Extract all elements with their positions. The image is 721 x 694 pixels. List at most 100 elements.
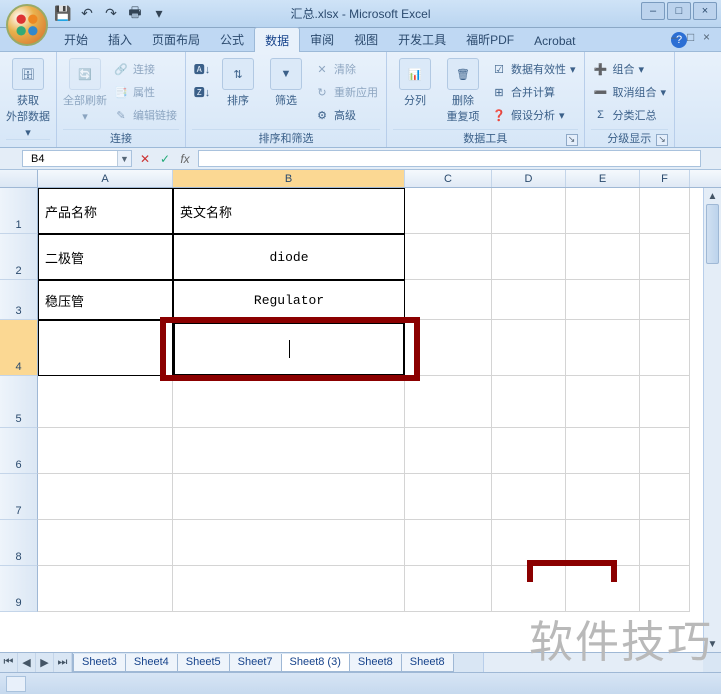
- edit-links-button[interactable]: ✎编辑链接: [111, 104, 179, 126]
- text-to-columns-button[interactable]: 📊 分列: [393, 58, 437, 108]
- tab-review[interactable]: 审阅: [300, 27, 344, 51]
- cell-e6[interactable]: [566, 428, 640, 474]
- col-header-a[interactable]: A: [38, 170, 173, 187]
- qat-save[interactable]: 💾: [54, 5, 72, 23]
- row-header-2[interactable]: 2: [0, 234, 38, 280]
- col-header-d[interactable]: D: [492, 170, 566, 187]
- cell-f6[interactable]: [640, 428, 690, 474]
- workbook-restore[interactable]: □: [687, 30, 701, 44]
- cancel-edit-button[interactable]: ✕: [136, 150, 154, 168]
- enter-edit-button[interactable]: ✓: [156, 150, 174, 168]
- grid[interactable]: 1 产品名称 英文名称 2 二极管 diode 3 稳压管 Regulator: [0, 188, 721, 652]
- col-header-f[interactable]: F: [640, 170, 690, 187]
- cell-a3[interactable]: 稳压管: [38, 280, 173, 320]
- data-tools-dialog[interactable]: ↘: [566, 134, 578, 146]
- cell-d8[interactable]: [492, 520, 566, 566]
- ungroup-button[interactable]: ➖取消组合▾: [591, 81, 669, 103]
- cell-a9[interactable]: [38, 566, 173, 612]
- sheet-tab-3[interactable]: Sheet7: [229, 654, 282, 672]
- row-header-5[interactable]: 5: [0, 376, 38, 428]
- cell-c1[interactable]: [405, 188, 492, 234]
- col-header-c[interactable]: C: [405, 170, 492, 187]
- cell-c3[interactable]: [405, 280, 492, 320]
- subtotal-button[interactable]: Σ分类汇总: [591, 104, 669, 126]
- refresh-all-button[interactable]: 🔄 全部刷新▾: [63, 58, 107, 123]
- tab-home[interactable]: 开始: [54, 27, 98, 51]
- cell-d1[interactable]: [492, 188, 566, 234]
- cell-e5[interactable]: [566, 376, 640, 428]
- minimize-button[interactable]: –: [641, 2, 665, 20]
- sort-button[interactable]: ⇅ 排序: [216, 58, 260, 108]
- sheet-prev[interactable]: ◀: [18, 653, 36, 672]
- cell-e9[interactable]: [566, 566, 640, 612]
- outline-dialog[interactable]: ↘: [656, 134, 668, 146]
- workbook-close[interactable]: ×: [703, 30, 717, 44]
- row-header-4[interactable]: 4: [0, 320, 38, 376]
- cell-f2[interactable]: [640, 234, 690, 280]
- name-box-dropdown[interactable]: ▼: [117, 151, 131, 166]
- cell-e3[interactable]: [566, 280, 640, 320]
- row-header-1[interactable]: 1: [0, 188, 38, 234]
- cell-f5[interactable]: [640, 376, 690, 428]
- properties-button[interactable]: 📑属性: [111, 81, 179, 103]
- row-header-8[interactable]: 8: [0, 520, 38, 566]
- cell-c8[interactable]: [405, 520, 492, 566]
- qat-print[interactable]: 🖶: [126, 5, 144, 23]
- sheet-tab-5[interactable]: Sheet8: [349, 654, 402, 672]
- cell-f4[interactable]: [640, 320, 690, 376]
- cell-a5[interactable]: [38, 376, 173, 428]
- cell-e4[interactable]: [566, 320, 640, 376]
- cell-b9[interactable]: [173, 566, 405, 612]
- cell-b3[interactable]: Regulator: [173, 280, 405, 320]
- tab-insert[interactable]: 插入: [98, 27, 142, 51]
- cell-f7[interactable]: [640, 474, 690, 520]
- tab-acrobat[interactable]: Acrobat: [524, 30, 585, 51]
- group-button[interactable]: ➕组合▾: [591, 58, 669, 80]
- col-header-b[interactable]: B: [173, 170, 405, 187]
- sheet-tab-6[interactable]: Sheet8: [401, 654, 454, 672]
- cell-b7[interactable]: [173, 474, 405, 520]
- scroll-thumb-v[interactable]: [706, 204, 719, 264]
- clear-filter-button[interactable]: ✕清除: [312, 58, 380, 80]
- tab-dev[interactable]: 开发工具: [388, 27, 456, 51]
- cell-d5[interactable]: [492, 376, 566, 428]
- formula-input[interactable]: [198, 150, 701, 167]
- ribbon-minimize[interactable]: –: [671, 30, 685, 44]
- consolidate-button[interactable]: ⊞合并计算: [489, 81, 578, 103]
- cell-b5[interactable]: [173, 376, 405, 428]
- row-header-6[interactable]: 6: [0, 428, 38, 474]
- cell-d3[interactable]: [492, 280, 566, 320]
- fx-button[interactable]: fx: [176, 150, 194, 168]
- cell-a8[interactable]: [38, 520, 173, 566]
- cell-f1[interactable]: [640, 188, 690, 234]
- cell-c9[interactable]: [405, 566, 492, 612]
- sheet-first[interactable]: ⏮: [0, 653, 18, 672]
- office-button[interactable]: [6, 4, 48, 46]
- filter-button[interactable]: ▼ 筛选: [264, 58, 308, 108]
- cell-a6[interactable]: [38, 428, 173, 474]
- cell-a1[interactable]: 产品名称: [38, 188, 173, 234]
- cell-c2[interactable]: [405, 234, 492, 280]
- scroll-up-arrow[interactable]: ▲: [704, 188, 721, 204]
- horizontal-scrollbar[interactable]: [483, 653, 703, 672]
- cell-a4[interactable]: [38, 320, 173, 376]
- sheet-last[interactable]: ⏭: [54, 653, 72, 672]
- cell-b2[interactable]: diode: [173, 234, 405, 280]
- sheet-next[interactable]: ▶: [36, 653, 54, 672]
- close-button[interactable]: ×: [693, 2, 717, 20]
- whatif-button[interactable]: ❓假设分析▾: [489, 104, 578, 126]
- cell-e2[interactable]: [566, 234, 640, 280]
- sheet-tab-1[interactable]: Sheet4: [125, 654, 178, 672]
- sort-asc-button[interactable]: 🅰↓: [192, 58, 212, 80]
- cell-e8[interactable]: [566, 520, 640, 566]
- cell-d2[interactable]: [492, 234, 566, 280]
- cell-e7[interactable]: [566, 474, 640, 520]
- row-header-7[interactable]: 7: [0, 474, 38, 520]
- tab-layout[interactable]: 页面布局: [142, 27, 210, 51]
- cell-d9[interactable]: [492, 566, 566, 612]
- tab-data[interactable]: 数据: [254, 27, 300, 52]
- sheet-tab-2[interactable]: Sheet5: [177, 654, 230, 672]
- qat-redo[interactable]: ↷: [102, 5, 120, 23]
- tab-formula[interactable]: 公式: [210, 27, 254, 51]
- cell-c6[interactable]: [405, 428, 492, 474]
